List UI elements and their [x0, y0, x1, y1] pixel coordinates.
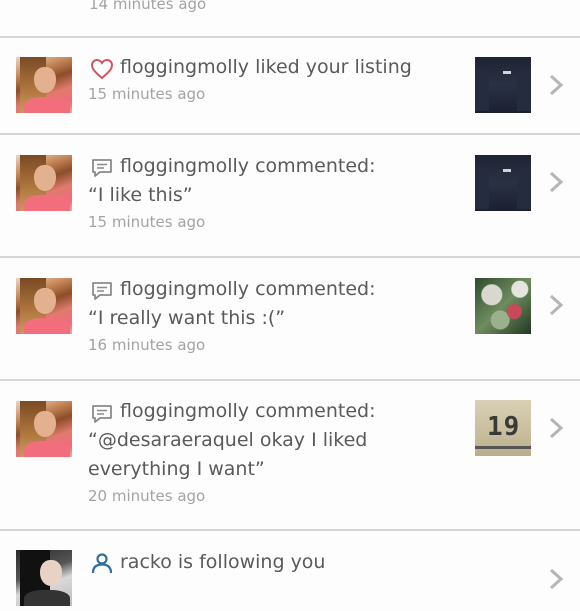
chevron-right-icon[interactable]: [546, 73, 566, 97]
comment-text: everything I want”: [88, 458, 265, 480]
timestamp: 14 minutes ago: [89, 0, 207, 13]
avatar[interactable]: [16, 401, 72, 457]
listing-thumbnail[interactable]: [475, 278, 531, 334]
listing-thumbnail[interactable]: [475, 57, 531, 113]
timestamp: 15 minutes ago: [88, 85, 206, 103]
timestamp: 20 minutes ago: [88, 487, 206, 505]
notification-message: floggingmolly liked your listing: [120, 56, 412, 78]
notification-message: floggingmolly commented:: [120, 278, 376, 300]
notification-message: racko is following you: [120, 551, 326, 573]
chevron-right-icon[interactable]: [546, 170, 566, 194]
notification-feed: 14 minutes ago floggingmolly liked your …: [0, 0, 580, 611]
chevron-right-icon[interactable]: [546, 293, 566, 317]
notification-row[interactable]: 14 minutes ago: [0, 0, 580, 38]
chevron-right-icon[interactable]: [546, 416, 566, 440]
notification-row-follow[interactable]: racko is following you: [0, 531, 580, 611]
notification-text: floggingmolly commented: “I really want …: [88, 275, 520, 357]
timestamp: 16 minutes ago: [88, 336, 206, 354]
notification-row-comment[interactable]: floggingmolly commented: “I really want …: [0, 258, 580, 381]
notification-row-like[interactable]: floggingmolly liked your listing 15 minu…: [0, 38, 580, 135]
notification-text: floggingmolly liked your listing 15 minu…: [88, 53, 520, 106]
avatar[interactable]: [16, 550, 72, 606]
chevron-right-icon[interactable]: [546, 567, 566, 591]
listing-thumbnail[interactable]: 19: [475, 400, 531, 456]
timestamp: 15 minutes ago: [88, 213, 206, 231]
jersey-number: 19: [487, 412, 521, 442]
comment-text: “I really want this :(”: [88, 307, 286, 329]
comment-text: “@desaraeraquel okay I liked: [88, 429, 368, 451]
avatar[interactable]: [16, 278, 72, 334]
notification-message: floggingmolly commented:: [120, 155, 376, 177]
notification-text: floggingmolly commented: “@desaraeraquel…: [88, 397, 520, 508]
notification-row-comment[interactable]: floggingmolly commented: “@desaraeraquel…: [0, 381, 580, 531]
notification-text: racko is following you: [88, 548, 520, 577]
notification-text: floggingmolly commented: “I like this” 1…: [88, 152, 520, 234]
avatar[interactable]: [16, 155, 72, 211]
notification-message: floggingmolly commented:: [120, 400, 376, 422]
listing-thumbnail[interactable]: [475, 155, 531, 211]
comment-text: “I like this”: [88, 184, 193, 206]
notification-row-comment[interactable]: floggingmolly commented: “I like this” 1…: [0, 135, 580, 258]
avatar[interactable]: [16, 57, 72, 113]
